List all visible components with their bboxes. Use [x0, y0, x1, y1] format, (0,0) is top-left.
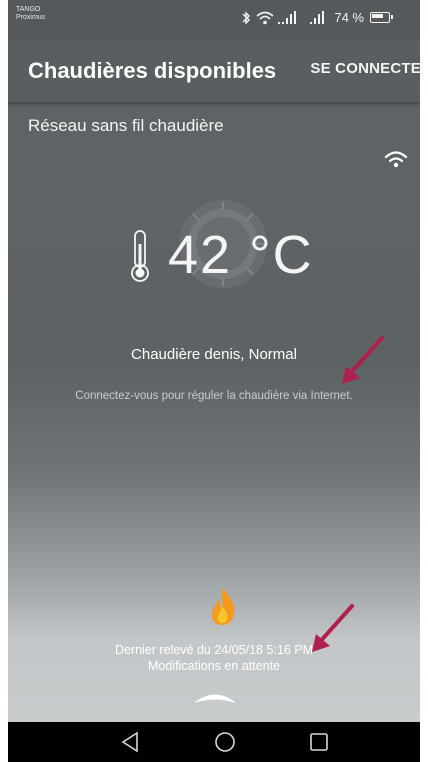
carrier-network: Proximus — [16, 14, 46, 21]
app-bar: Chaudières disponibles SE CONNECTER — [8, 40, 420, 102]
battery-percent: 74 % — [334, 10, 364, 25]
temperature-display: 42 °C — [126, 224, 316, 296]
carrier-name: TANGO — [16, 6, 41, 13]
status-bar: TANGO Proximus 74 % — [8, 0, 420, 40]
recents-icon[interactable] — [308, 730, 330, 754]
battery-icon — [370, 12, 393, 23]
chevron-up-handle-icon[interactable] — [192, 690, 238, 706]
annotation-arrow-1 — [342, 336, 384, 384]
connect-hint: Connectez-vous pour réguler la chaudière… — [75, 390, 353, 402]
bluetooth-icon — [242, 10, 251, 25]
status-icons: 74 % — [240, 10, 393, 25]
flame-icon — [211, 588, 235, 625]
phone-screen: TANGO Proximus 74 % Chaudières disponibl… — [8, 0, 420, 762]
back-icon[interactable] — [119, 730, 141, 754]
thermometer-icon — [131, 230, 149, 282]
carrier-label: TANGO Proximus — [16, 6, 45, 22]
network-label: Réseau sans fil chaudière — [28, 116, 224, 135]
signal-icon-2 — [310, 10, 325, 24]
temperature-value: 42 °C — [168, 225, 314, 285]
wifi-status-icon — [256, 11, 274, 24]
connect-button[interactable]: SE CONNECTER — [310, 60, 420, 77]
wifi-icon — [384, 151, 408, 168]
navigation-bar — [8, 722, 420, 762]
last-reading: Dernier relevé du 24/05/18 5:16 PM — [114, 643, 314, 657]
pending-changes: Modifications en attente — [147, 659, 281, 673]
home-icon[interactable] — [213, 730, 237, 754]
page-title: Chaudières disponibles — [28, 58, 277, 83]
signal-icon-1 — [278, 10, 297, 24]
